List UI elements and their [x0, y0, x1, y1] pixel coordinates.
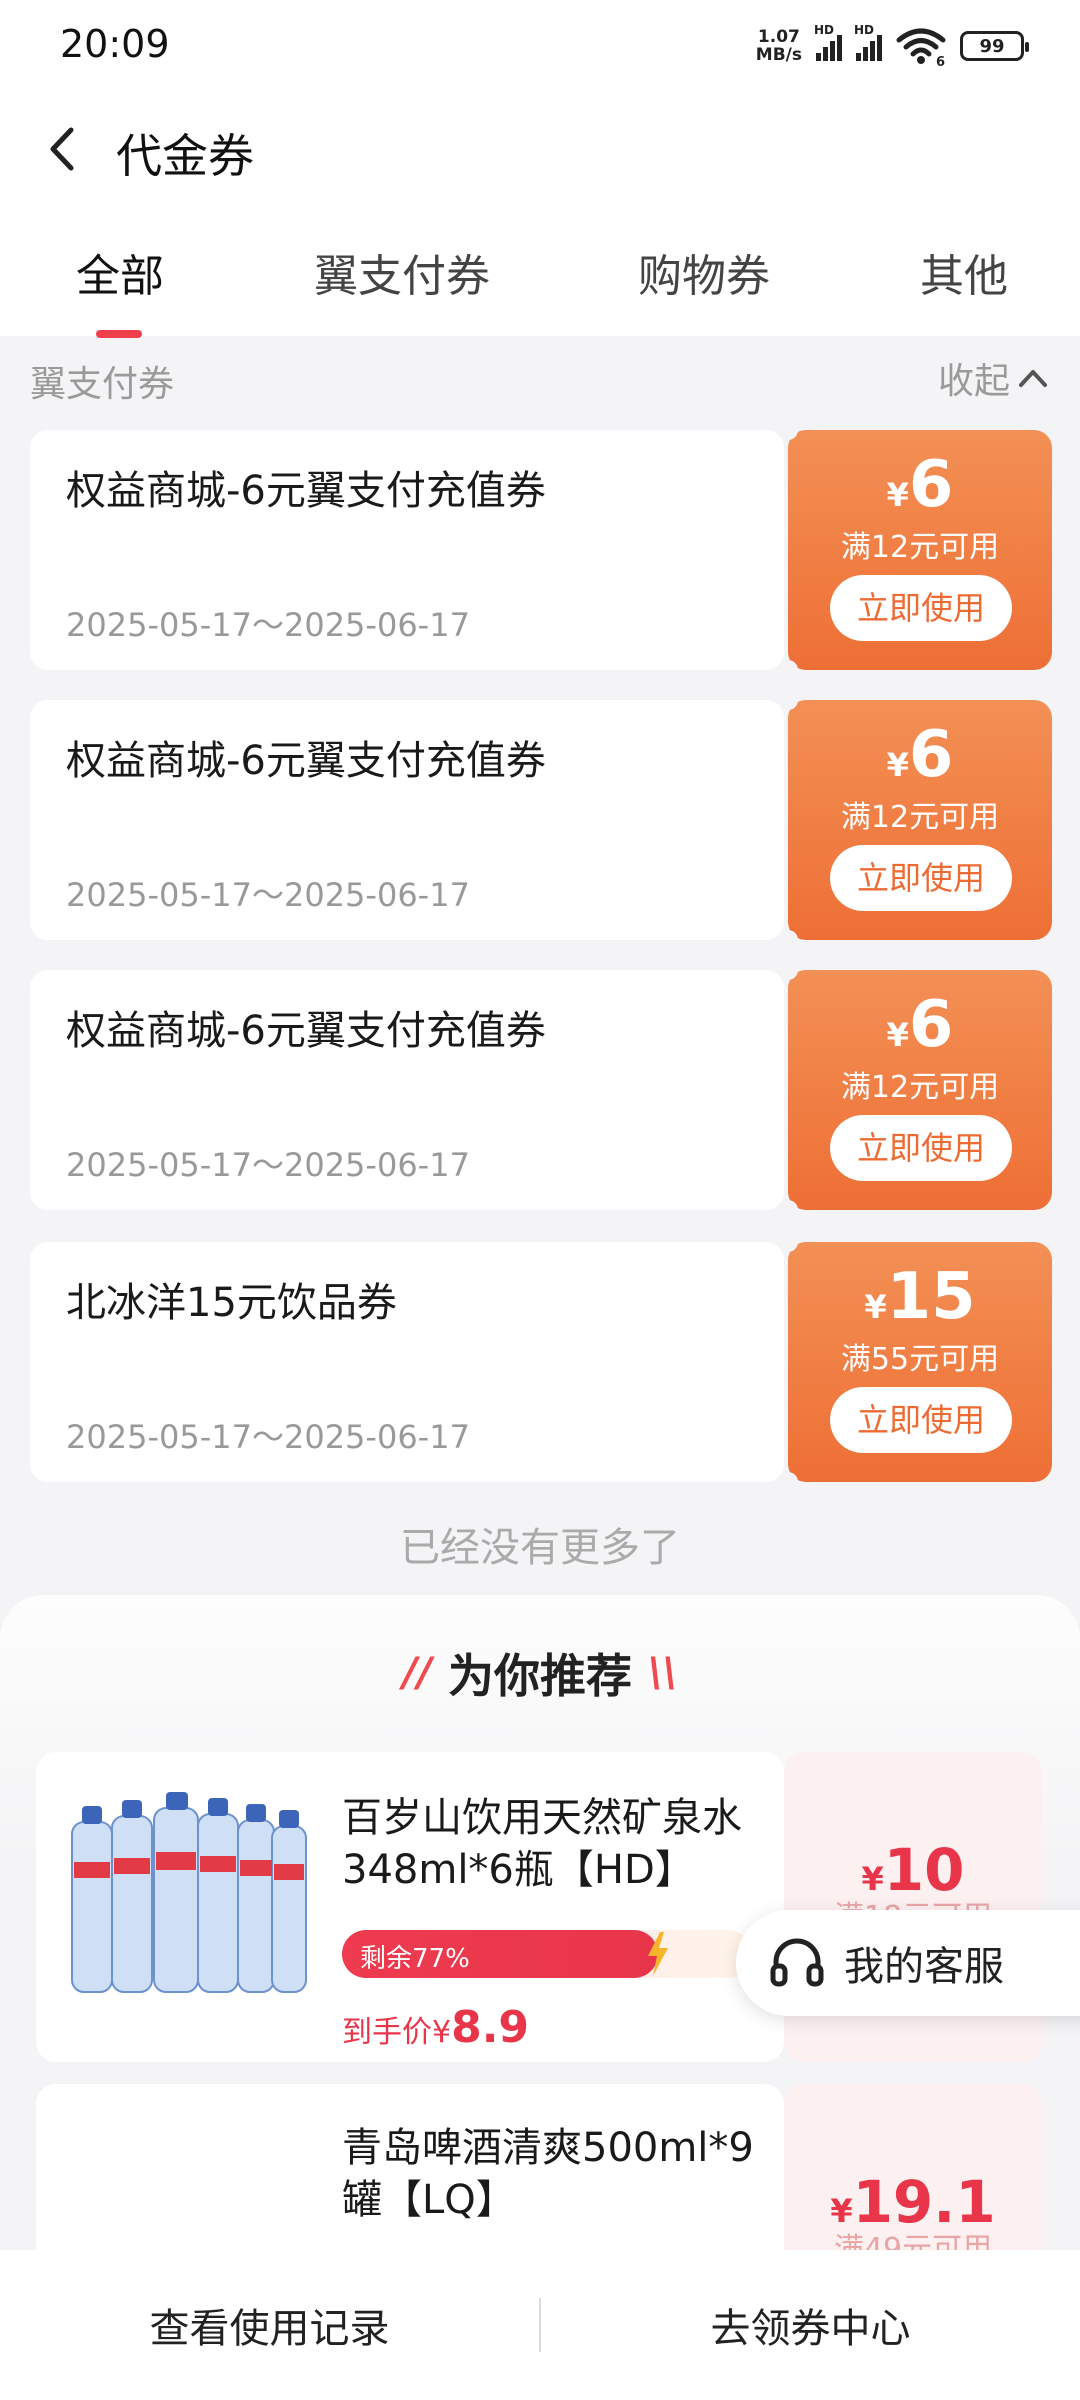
coupon-notch: [778, 1472, 798, 1492]
signal-icon-2: HD: [854, 23, 882, 61]
header: 代金券: [0, 90, 1080, 210]
decor-slash-icon: //: [402, 1650, 432, 1696]
coupon-info: 北冰洋15元饮品券 2025-05-17～2025-06-17: [30, 1242, 784, 1482]
chevron-up-icon: [1019, 370, 1047, 387]
status-bar: 20:09 1.07 MB/s HD HD 6 99: [0, 0, 1080, 90]
coupon-name: 北冰洋15元饮品券: [66, 1280, 397, 1326]
coupon-info: 权益商城-6元翼支付充值券 2025-05-17～2025-06-17: [30, 970, 784, 1210]
coupon-condition: 满12元可用: [840, 800, 1000, 835]
net-speed: 1.07 MB/s: [756, 28, 802, 64]
coupon-notch: [778, 930, 798, 950]
coupon-notch: [778, 420, 798, 440]
tab-shopping-coupons[interactable]: 购物券: [638, 240, 770, 304]
decor-backslash-icon: \\: [648, 1650, 678, 1696]
bottom-bar: 查看使用记录 去领券中心: [0, 2250, 1080, 2400]
signal-hd-label-2: HD: [854, 23, 875, 37]
signal-icon: HD: [814, 23, 842, 61]
coupon-card: 权益商城-6元翼支付充值券 2025-05-17～2025-06-17 ¥6 满…: [30, 420, 1052, 680]
status-icons: 1.07 MB/s HD HD 6 99: [756, 23, 1029, 68]
chevron-left-icon: [50, 127, 74, 171]
coupon-date: 2025-05-17～2025-06-17: [66, 1418, 470, 1456]
currency-symbol: ¥: [432, 2015, 452, 2050]
tab-bestpay-coupons[interactable]: 翼支付券: [314, 240, 490, 304]
coupon-amount-value: 6: [908, 988, 954, 1062]
stock-progress-bar: 剩余77%: [342, 1930, 752, 1978]
status-time: 20:09: [60, 22, 170, 66]
tab-all[interactable]: 全部: [76, 240, 164, 304]
currency-symbol: ¥: [864, 1288, 887, 1326]
coupon-name: 权益商城-6元翼支付充值券: [66, 1008, 546, 1054]
coupon-center-button[interactable]: 去领券中心: [541, 2296, 1080, 2354]
coupon-amount-value: 6: [908, 718, 954, 792]
coupon-date: 2025-05-17～2025-06-17: [66, 876, 470, 914]
net-speed-value: 1.07: [757, 27, 800, 47]
stock-remaining-text: 剩余77%: [360, 1944, 470, 1974]
currency-symbol: ¥: [886, 1016, 909, 1054]
page-title: 代金券: [116, 129, 254, 183]
coupon-card: 北冰洋15元饮品券 2025-05-17～2025-06-17 ¥15 满55元…: [30, 1232, 1052, 1492]
product-info: 百岁山饮用天然矿泉水348ml*6瓶【HD】 剩余77% 到手价¥8.9: [36, 1752, 784, 2062]
coupon-info: 权益商城-6元翼支付充值券 2025-05-17～2025-06-17: [30, 700, 784, 940]
use-now-button[interactable]: 立即使用: [830, 845, 1012, 911]
signal-hd-label: HD: [814, 23, 835, 37]
coupon-card: 权益商城-6元翼支付充值券 2025-05-17～2025-06-17 ¥6 满…: [30, 690, 1052, 950]
collapse-label: 收起: [937, 361, 1010, 402]
use-now-button[interactable]: 立即使用: [830, 1387, 1012, 1453]
coupon-amount: ¥15: [788, 1260, 1052, 1334]
product-image-water-bottles: [71, 1792, 307, 1993]
section-title: 翼支付券: [30, 364, 175, 405]
coupon-notch: [778, 960, 798, 980]
no-more-text: 已经没有更多了: [400, 1525, 680, 1571]
tab-other[interactable]: 其他: [920, 240, 1008, 304]
coupon-card: 权益商城-6元翼支付充值券 2025-05-17～2025-06-17 ¥6 满…: [30, 960, 1052, 1220]
coupon-value-panel: ¥15 满55元可用 立即使用: [788, 1242, 1052, 1482]
tab-bar: 全部 翼支付券 购物券 其他: [0, 210, 1080, 338]
recommend-title-text: 为你推荐: [448, 1649, 632, 1703]
coupon-amount-value: 15: [886, 1260, 976, 1334]
coupon-info: 权益商城-6元翼支付充值券 2025-05-17～2025-06-17: [30, 430, 784, 670]
coupon-date: 2025-05-17～2025-06-17: [66, 1146, 470, 1184]
coupon-amount-value: 6: [908, 448, 954, 522]
final-price-label: 到手价: [342, 2015, 432, 2050]
coupon-notch: [778, 1200, 798, 1220]
customer-service-label: 我的客服: [844, 1944, 1004, 1990]
currency-symbol: ¥: [886, 746, 909, 784]
wifi-icon: 6: [896, 28, 946, 66]
net-speed-unit: MB/s: [755, 45, 802, 65]
coupon-name: 权益商城-6元翼支付充值券: [66, 738, 546, 784]
coupon-notch: [778, 660, 798, 680]
coupon-amount: ¥6: [788, 718, 1052, 792]
final-price-value: 8.9: [451, 2002, 530, 2053]
coupon-condition: 满12元可用: [840, 1070, 1000, 1105]
product-name: 百岁山饮用天然矿泉水348ml*6瓶【HD】: [342, 1795, 742, 1893]
coupon-notch: [778, 690, 798, 710]
wifi-band: 6: [936, 55, 945, 66]
coupon-notch: [778, 1232, 798, 1252]
product-name: 青岛啤酒清爽500ml*9罐【LQ】: [342, 2125, 754, 2223]
coupon-value-panel: ¥6 满12元可用 立即使用: [788, 430, 1052, 670]
collapse-button[interactable]: 收起: [938, 352, 1050, 404]
lightning-icon: [647, 1932, 668, 1976]
view-usage-history-button[interactable]: 查看使用记录: [0, 2296, 539, 2354]
coupon-value-panel: ¥6 满12元可用 立即使用: [788, 700, 1052, 940]
coupon-condition: 满12元可用: [840, 530, 1000, 565]
back-button[interactable]: [28, 114, 98, 184]
recommend-title: // 为你推荐 \\: [0, 1640, 1080, 1706]
coupon-amount: ¥6: [788, 988, 1052, 1062]
coupon-name: 权益商城-6元翼支付充值券: [66, 468, 546, 514]
use-now-button[interactable]: 立即使用: [830, 1115, 1012, 1181]
coupon-condition: 满55元可用: [840, 1342, 1000, 1377]
customer-service-button[interactable]: 我的客服: [736, 1910, 1080, 2016]
tab-indicator: [96, 330, 142, 338]
use-now-button[interactable]: 立即使用: [830, 575, 1012, 641]
coupon-amount: ¥6: [788, 448, 1052, 522]
coupon-value-panel: ¥6 满12元可用 立即使用: [788, 970, 1052, 1210]
final-price: 到手价¥8.9: [342, 2002, 529, 2053]
currency-symbol: ¥: [886, 476, 909, 514]
coupon-date: 2025-05-17～2025-06-17: [66, 606, 470, 644]
battery-icon: 99: [960, 31, 1029, 61]
headset-icon: [770, 1938, 824, 1987]
